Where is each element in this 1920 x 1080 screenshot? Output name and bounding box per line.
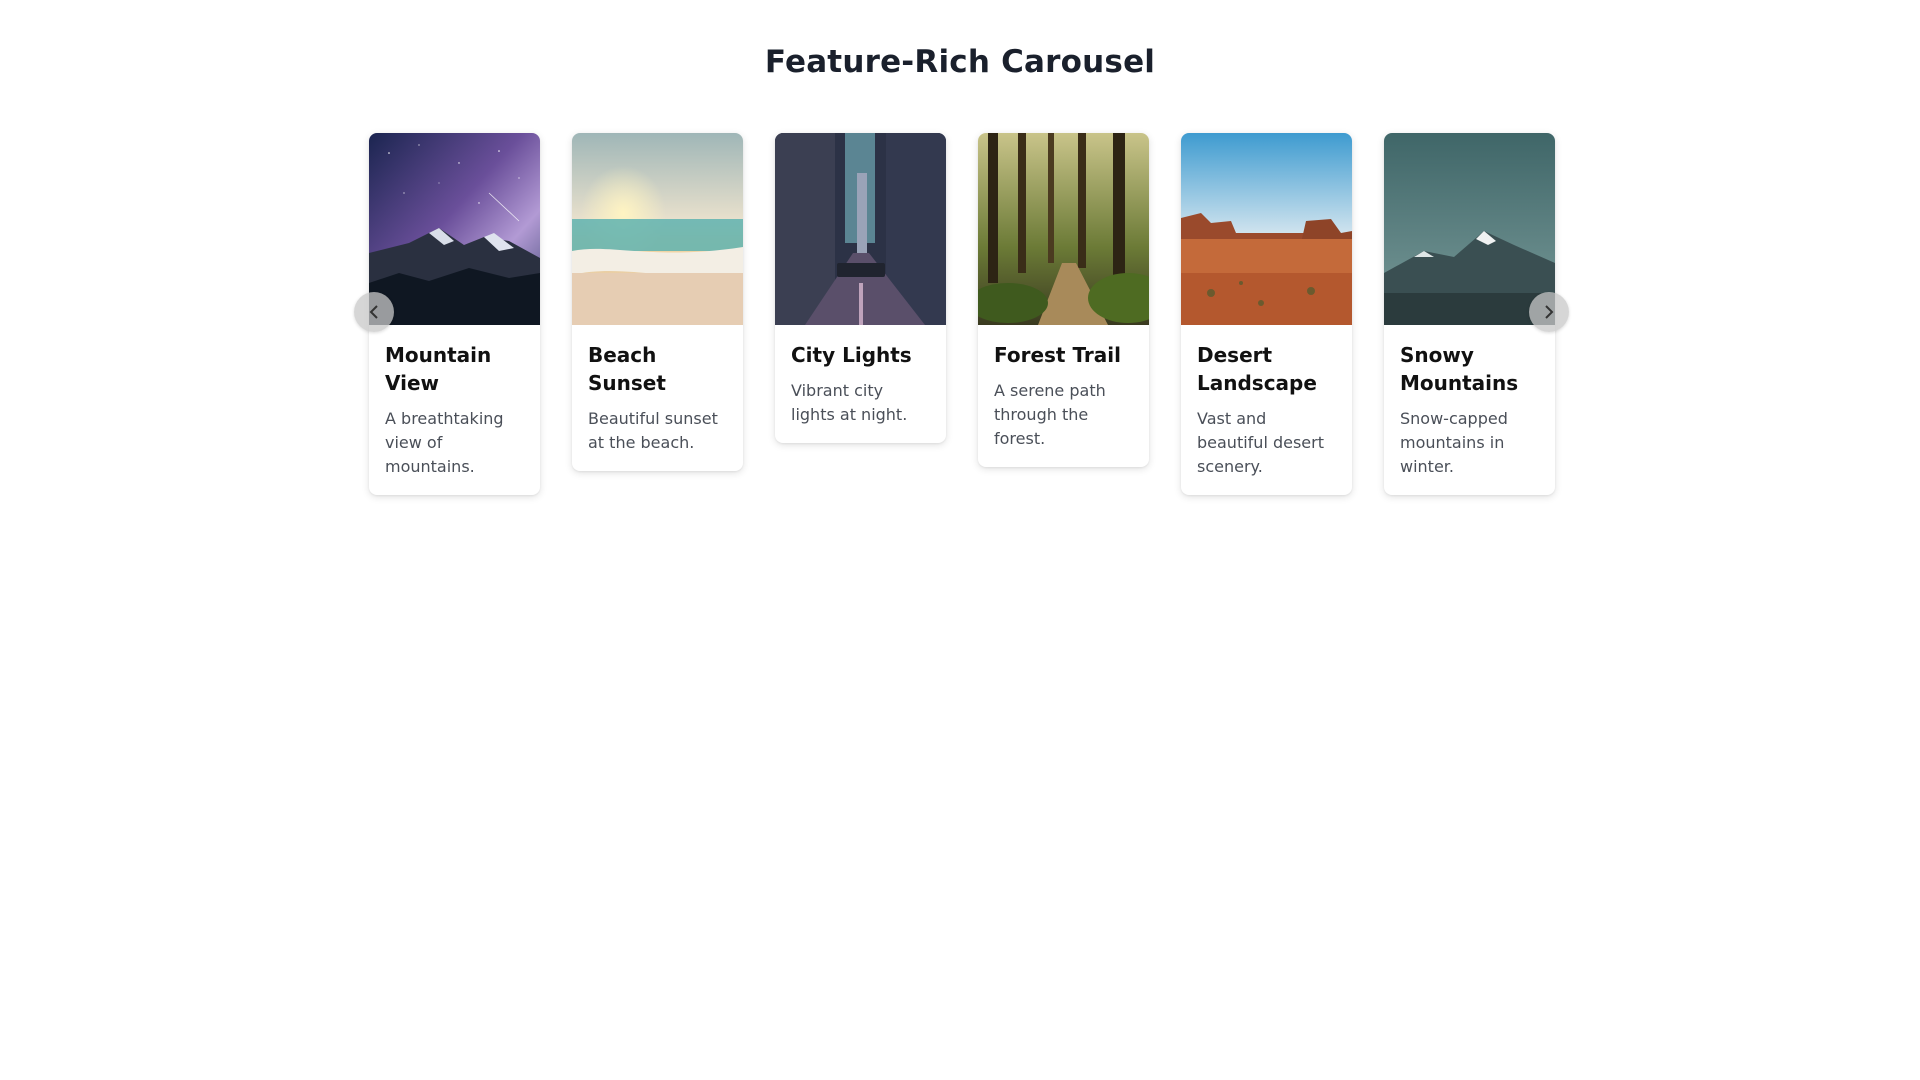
carousel-card[interactable]: City Lights Vibrant city lights at night…	[775, 133, 946, 443]
card-description: Vast and beautiful desert scenery.	[1197, 409, 1324, 476]
chevron-left-icon	[369, 305, 378, 319]
card-description: A serene path through the forest.	[994, 381, 1106, 448]
card-title: Mountain View	[385, 343, 492, 395]
card-description: Beautiful sunset at the beach.	[588, 409, 718, 452]
carousel-card[interactable]: Desert Landscape Vast and beautiful dese…	[1181, 133, 1352, 495]
carousel-next-button[interactable]	[1529, 292, 1569, 332]
page: Feature-Rich Carousel Mountain View A br…	[0, 0, 1920, 1080]
card-title: Snowy Mountains	[1400, 343, 1519, 395]
desert-landscape-image	[1181, 133, 1352, 325]
card-description: Snow-capped mountains in winter.	[1400, 409, 1508, 476]
card-title: Beach Sunset	[588, 343, 666, 395]
carousel-track: Mountain View A breathtaking view of mou…	[369, 133, 1559, 503]
card-title: City Lights	[791, 343, 912, 367]
card-title: Forest Trail	[994, 343, 1121, 367]
mountain-night-image	[369, 133, 540, 325]
card-description: A breathtaking view of mountains.	[385, 409, 504, 476]
carousel-card[interactable]: Mountain View A breathtaking view of mou…	[369, 133, 540, 495]
snowy-mountain-image	[1384, 133, 1555, 325]
card-title: Desert Landscape	[1197, 343, 1317, 395]
carousel-prev-button[interactable]	[354, 292, 394, 332]
chevron-right-icon	[1545, 305, 1554, 319]
carousel: Mountain View A breathtaking view of mou…	[369, 133, 1559, 503]
city-street-image	[775, 133, 946, 325]
forest-trail-image	[978, 133, 1149, 325]
carousel-card[interactable]: Forest Trail A serene path through the f…	[978, 133, 1149, 467]
beach-sunset-image	[572, 133, 743, 325]
page-title: Feature-Rich Carousel	[764, 44, 1156, 80]
card-description: Vibrant city lights at night.	[791, 381, 908, 424]
carousel-card[interactable]: Beach Sunset Beautiful sunset at the bea…	[572, 133, 743, 471]
